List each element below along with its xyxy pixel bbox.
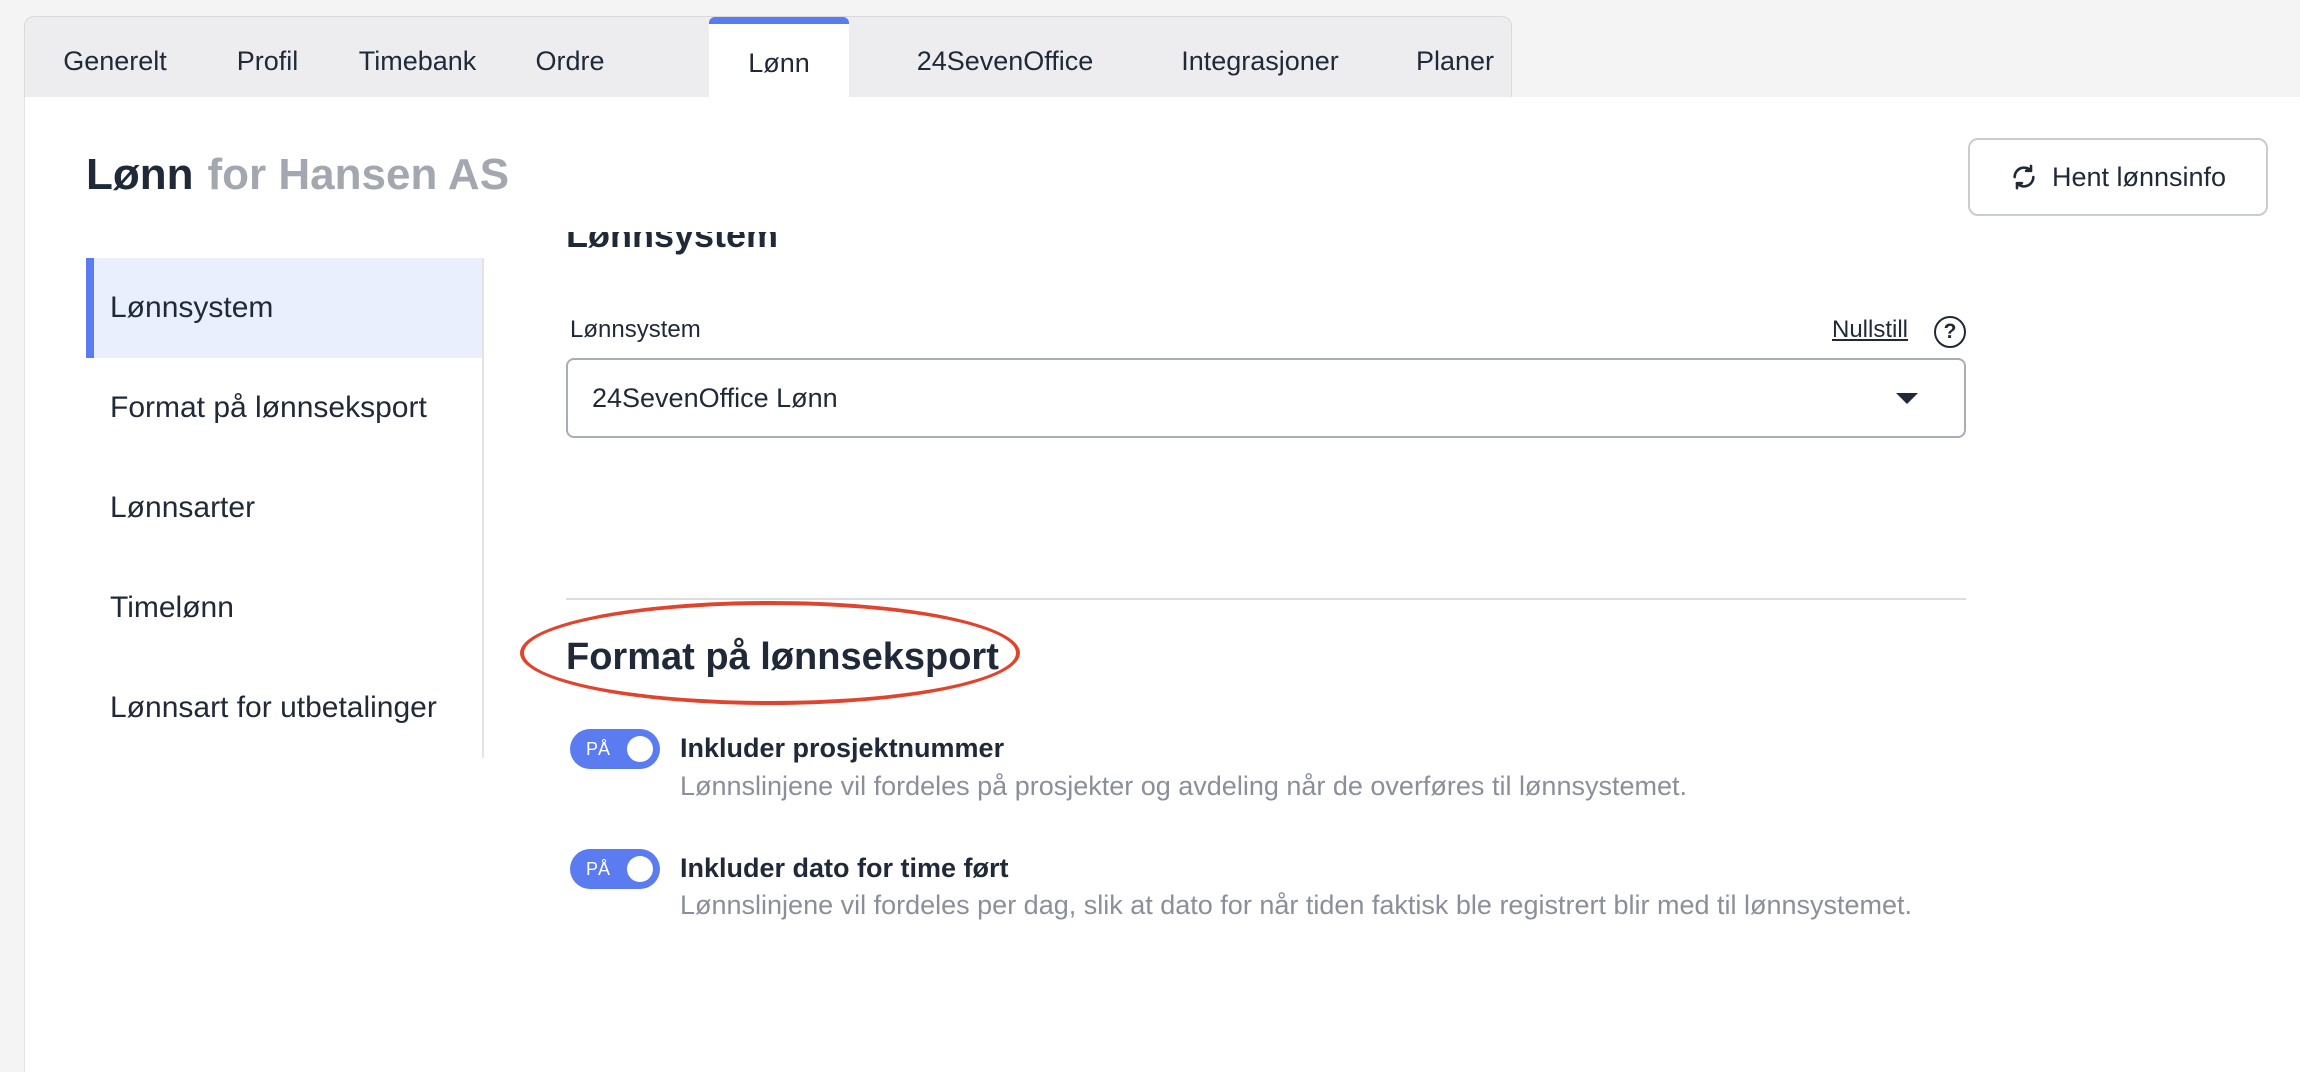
toggle-knob	[627, 856, 653, 882]
section-nav: Lønnsystem Format på lønnseksport Lønnsa…	[86, 258, 484, 758]
tab-planer[interactable]: Planer	[1380, 17, 1530, 99]
include-project-number-toggle[interactable]: PÅ	[570, 729, 660, 769]
payroll-system-value: 24SevenOffice Lønn	[592, 383, 838, 413]
nav-item-timelonn[interactable]: Timelønn	[86, 558, 482, 658]
nav-item-format[interactable]: Format på lønnseksport	[86, 358, 482, 458]
include-date-title: Inkluder dato for time ført	[680, 853, 1009, 883]
include-date-toggle[interactable]: PÅ	[570, 849, 660, 889]
tab-generelt[interactable]: Generelt	[25, 17, 205, 99]
fetch-payroll-info-button[interactable]: Hent lønnsinfo	[1968, 138, 2268, 216]
payroll-system-label: Lønnsystem	[570, 316, 701, 343]
tab-timebank[interactable]: Timebank	[330, 17, 505, 99]
tab-lonn[interactable]: Lønn	[709, 17, 849, 99]
include-project-number-title: Inkluder prosjektnummer	[680, 733, 1005, 763]
section-divider	[566, 598, 1966, 600]
lonnsystem-section-title: Lønnsystem	[566, 232, 779, 255]
nav-item-lonnsarter[interactable]: Lønnsarter	[86, 458, 482, 558]
tab-24sevenoffice[interactable]: 24SevenOffice	[870, 17, 1140, 99]
nav-item-lonnsart-utbetalinger[interactable]: Lønnsart for utbetalinger	[86, 658, 482, 758]
format-section-title: Format på lønnseksport	[566, 636, 999, 678]
page-title: Lønn for Hansen AS	[86, 150, 509, 200]
payroll-system-select[interactable]: 24SevenOffice Lønn	[566, 358, 1966, 438]
include-date-description: Lønnslinjene vil fordeles per dag, slik …	[680, 890, 1913, 920]
toggle-knob	[627, 736, 653, 762]
refresh-icon	[2013, 164, 2035, 190]
tab-ordre[interactable]: Ordre	[505, 17, 635, 99]
tab-integrasjoner[interactable]: Integrasjoner	[1140, 17, 1380, 99]
include-project-number-description: Lønnslinjene vil fordeles på prosjekter …	[680, 771, 1687, 801]
page-title-text: Lønn	[86, 150, 194, 199]
chevron-down-icon	[1896, 393, 1918, 404]
reset-link[interactable]: Nullstill	[1832, 316, 1908, 344]
tab-bar: Generelt Profil Timebank Ordre Lønn 24Se…	[24, 16, 1512, 99]
help-icon[interactable]: ?	[1934, 316, 1966, 348]
nav-item-lonnsystem[interactable]: Lønnsystem	[86, 258, 482, 358]
toggle-on-label: PÅ	[586, 739, 611, 759]
fetch-payroll-info-label: Hent lønnsinfo	[2051, 161, 2227, 192]
tab-profil[interactable]: Profil	[205, 17, 330, 99]
company-name: for Hansen AS	[207, 150, 510, 199]
toggle-on-label: PÅ	[586, 859, 611, 879]
